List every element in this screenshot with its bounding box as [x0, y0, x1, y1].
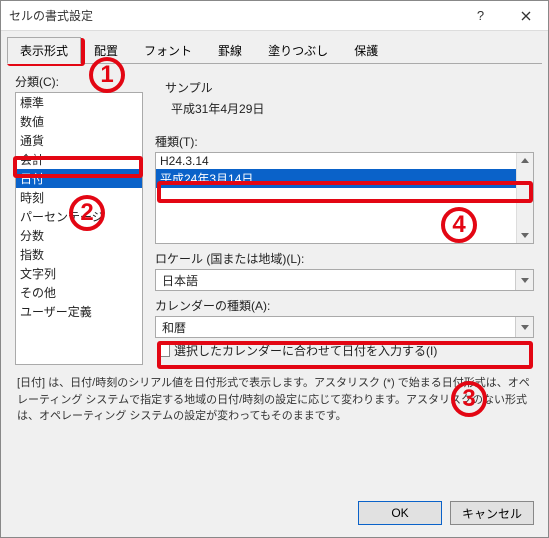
list-item[interactable]: 数値: [16, 112, 142, 131]
sample-value: 平成31年4月29日: [165, 96, 524, 117]
tab-fill[interactable]: 塗りつぶし: [255, 37, 341, 64]
window-title: セルの書式設定: [9, 7, 93, 24]
tab-protection[interactable]: 保護: [341, 37, 391, 64]
list-item[interactable]: 分数: [16, 226, 142, 245]
list-item[interactable]: 通貨: [16, 131, 142, 150]
checkbox-label: 選択したカレンダーに合わせて日付を入力する(I): [174, 342, 437, 359]
tab-border[interactable]: 罫線: [205, 37, 255, 64]
list-item[interactable]: パーセンテージ: [16, 207, 142, 226]
list-item[interactable]: 文字列: [16, 264, 142, 283]
help-button[interactable]: ?: [458, 1, 503, 31]
tab-bar: 表示形式 配置 フォント 罫線 塗りつぶし 保護: [1, 31, 548, 64]
locale-label: ロケール (国または地域)(L):: [155, 250, 534, 267]
chevron-down-icon[interactable]: [515, 317, 533, 337]
cancel-button[interactable]: キャンセル: [450, 501, 534, 525]
list-item[interactable]: 指数: [16, 245, 142, 264]
category-listbox[interactable]: 標準 数値 通貨 会計 日付 時刻 パーセンテージ 分数 指数 文字列 その他 …: [15, 92, 143, 365]
list-item-selected-type[interactable]: 平成24年3月14日: [156, 169, 516, 188]
description-text: [日付] は、日付/時刻のシリアル値を日付形式で表示します。アスタリスク (*)…: [15, 365, 534, 425]
close-icon: [521, 11, 531, 21]
list-item[interactable]: 標準: [16, 93, 142, 112]
locale-value: 日本語: [156, 272, 515, 289]
tab-number-format[interactable]: 表示形式: [7, 37, 81, 64]
close-button[interactable]: [503, 1, 548, 31]
dialog-body: 分類(C): 標準 数値 通貨 会計 日付 時刻 パーセンテージ 分数 指数 文…: [1, 65, 548, 491]
ok-button[interactable]: OK: [358, 501, 442, 525]
calendar-combo[interactable]: 和暦: [155, 316, 534, 338]
list-item[interactable]: H24.3.14: [156, 153, 516, 169]
list-item[interactable]: その他: [16, 283, 142, 302]
titlebar: セルの書式設定 ?: [1, 1, 548, 31]
calendar-label: カレンダーの種類(A):: [155, 297, 534, 314]
type-label: 種類(T):: [155, 133, 534, 150]
calendar-checkbox-row[interactable]: 選択したカレンダーに合わせて日付を入力する(I): [155, 338, 534, 359]
dialog-window: セルの書式設定 ? 表示形式 配置 フォント 罫線 塗りつぶし 保護 分類(C)…: [0, 0, 549, 538]
calendar-value: 和暦: [156, 319, 515, 336]
list-item[interactable]: 会計: [16, 150, 142, 169]
locale-combo[interactable]: 日本語: [155, 269, 534, 291]
list-item-date[interactable]: 日付: [16, 169, 142, 188]
chevron-down-icon[interactable]: [515, 270, 533, 290]
scrollbar[interactable]: [516, 153, 533, 243]
checkbox-icon[interactable]: [157, 344, 170, 357]
tab-alignment[interactable]: 配置: [81, 37, 131, 64]
button-row: OK キャンセル: [1, 491, 548, 537]
category-label: 分類(C):: [15, 73, 143, 90]
tab-font[interactable]: フォント: [131, 37, 205, 64]
list-item[interactable]: 時刻: [16, 188, 142, 207]
sample-label: サンプル: [165, 79, 524, 96]
list-item[interactable]: ユーザー定義: [16, 302, 142, 321]
sample-group: サンプル 平成31年4月29日: [155, 73, 534, 125]
type-listbox[interactable]: H24.3.14 平成24年3月14日: [155, 152, 534, 244]
